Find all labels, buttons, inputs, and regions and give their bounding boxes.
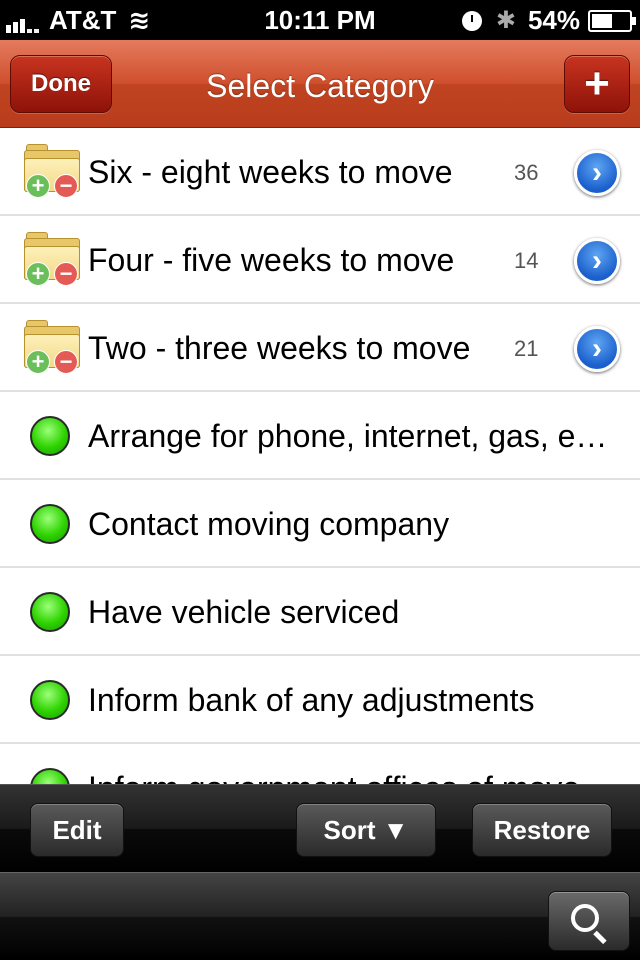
- edit-button[interactable]: Edit: [30, 803, 124, 857]
- search-bar: [0, 872, 640, 960]
- list-item[interactable]: Arrange for phone, internet, gas, electr…: [0, 392, 640, 480]
- navigation-bar: Done Select Category +: [0, 40, 640, 128]
- list-item[interactable]: Inform government offices of move: [0, 744, 640, 784]
- alarm-clock-icon: [461, 10, 482, 31]
- folder-add-remove-icon: + −: [24, 320, 80, 376]
- bottom-toolbar: Edit Sort ▼ Restore: [0, 784, 640, 872]
- status-bar: AT&T ≋ 10:11 PM ✱ 54%: [0, 0, 640, 40]
- chevron-right-icon[interactable]: ›: [574, 238, 620, 284]
- green-dot-icon: [30, 504, 70, 544]
- folder-row[interactable]: + − Six - eight weeks to move 36 ›: [0, 128, 640, 216]
- folder-count: 36: [514, 160, 539, 185]
- item-label: Arrange for phone, internet, gas, electr…: [88, 418, 608, 454]
- item-label: Inform government offices of move: [88, 770, 580, 784]
- folder-add-remove-icon: + −: [24, 144, 80, 200]
- category-list: + − Six - eight weeks to move 36 › + − Fou…: [0, 128, 640, 784]
- restore-button[interactable]: Restore: [472, 803, 612, 857]
- green-dot-icon: [30, 768, 70, 784]
- item-label: Inform bank of any adjustments: [88, 682, 535, 718]
- battery-percent: 54%: [527, 5, 580, 35]
- battery-icon: [588, 9, 636, 32]
- folder-count: 14: [514, 248, 539, 273]
- item-label: Have vehicle serviced: [88, 594, 400, 630]
- folder-add-remove-icon: + −: [24, 232, 80, 288]
- list-item[interactable]: Contact moving company: [0, 480, 640, 568]
- folder-row[interactable]: + − Four - five weeks to move 14 ›: [0, 216, 640, 304]
- chevron-right-icon[interactable]: ›: [574, 326, 620, 372]
- bluetooth-icon: ✱: [495, 7, 516, 34]
- list-item[interactable]: Inform bank of any adjustments: [0, 656, 640, 744]
- folder-row[interactable]: + − Two - three weeks to move 21 ›: [0, 304, 640, 392]
- green-dot-icon: [30, 416, 70, 456]
- search-button[interactable]: [548, 891, 630, 951]
- list-item[interactable]: Have vehicle serviced: [0, 568, 640, 656]
- folder-label: Four - five weeks to move: [88, 242, 455, 278]
- item-label: Contact moving company: [88, 506, 450, 542]
- folder-label: Six - eight weeks to move: [88, 154, 453, 190]
- page-title: Select Category: [206, 68, 434, 104]
- status-right: ✱ 54%: [461, 5, 636, 36]
- green-dot-icon: [30, 680, 70, 720]
- green-dot-icon: [30, 592, 70, 632]
- chevron-right-icon[interactable]: ›: [574, 150, 620, 196]
- folder-count: 21: [514, 336, 539, 361]
- add-category-button[interactable]: +: [564, 55, 630, 113]
- sort-button[interactable]: Sort ▼: [296, 803, 436, 857]
- folder-label: Two - three weeks to move: [88, 330, 471, 366]
